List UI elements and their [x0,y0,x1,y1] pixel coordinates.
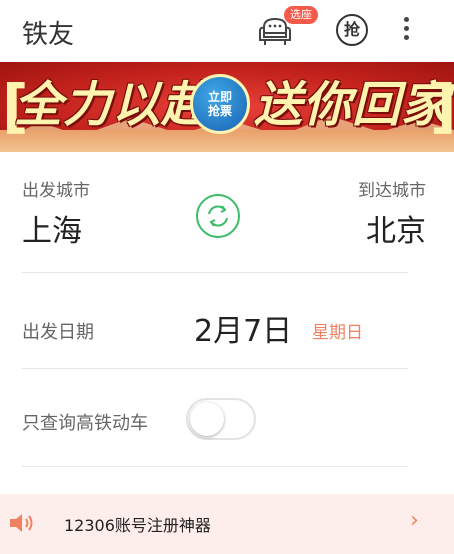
chevron-right-icon: › [410,508,419,533]
notice-text: 12306账号注册神器 [64,516,211,535]
weekday-label: 星期日 [312,323,363,343]
to-city-label: 到达城市 [358,181,426,201]
banner-text-left: 全力以赴 [14,77,211,133]
banner-seal-line1: 立即 [207,90,232,104]
from-city[interactable]: 上海 [22,206,82,250]
more-dot [403,17,409,22]
divider [22,272,408,273]
toggle-knob [190,402,224,436]
more-dot [403,35,409,40]
notice-bar[interactable]: 12306账号注册神器 › [0,494,454,554]
to-city[interactable]: 北京 [366,206,426,250]
banner-text-right: 送你回家 [254,77,451,133]
divider [22,466,408,467]
more-dot [403,26,409,31]
banner-bracket-right: ] [430,72,454,140]
app-header: 铁友 选座 抢 [0,0,454,62]
date-label: 出发日期 [22,322,94,343]
departure-date[interactable]: 2月7日 [194,306,292,350]
banner-seal-line2: 抢票 [207,104,232,118]
more-menu-button[interactable] [400,14,412,46]
banner-seal: 立即 抢票 [190,74,250,134]
seat-badge: 选座 [284,6,318,24]
speaker-icon [10,514,33,532]
hsr-only-label: 只查询高铁动车 [22,413,148,434]
grab-ticket-button[interactable]: 抢 [336,14,368,46]
promo-banner[interactable]: [ 全力以赴 立即 抢票 送你回家 ] [0,62,454,152]
divider [22,368,408,369]
app-title: 铁友 [22,20,75,50]
from-city-label: 出发城市 [22,181,90,201]
swap-cities-button[interactable] [196,194,240,238]
hsr-only-toggle[interactable] [186,398,256,440]
swap-icon [208,205,228,227]
